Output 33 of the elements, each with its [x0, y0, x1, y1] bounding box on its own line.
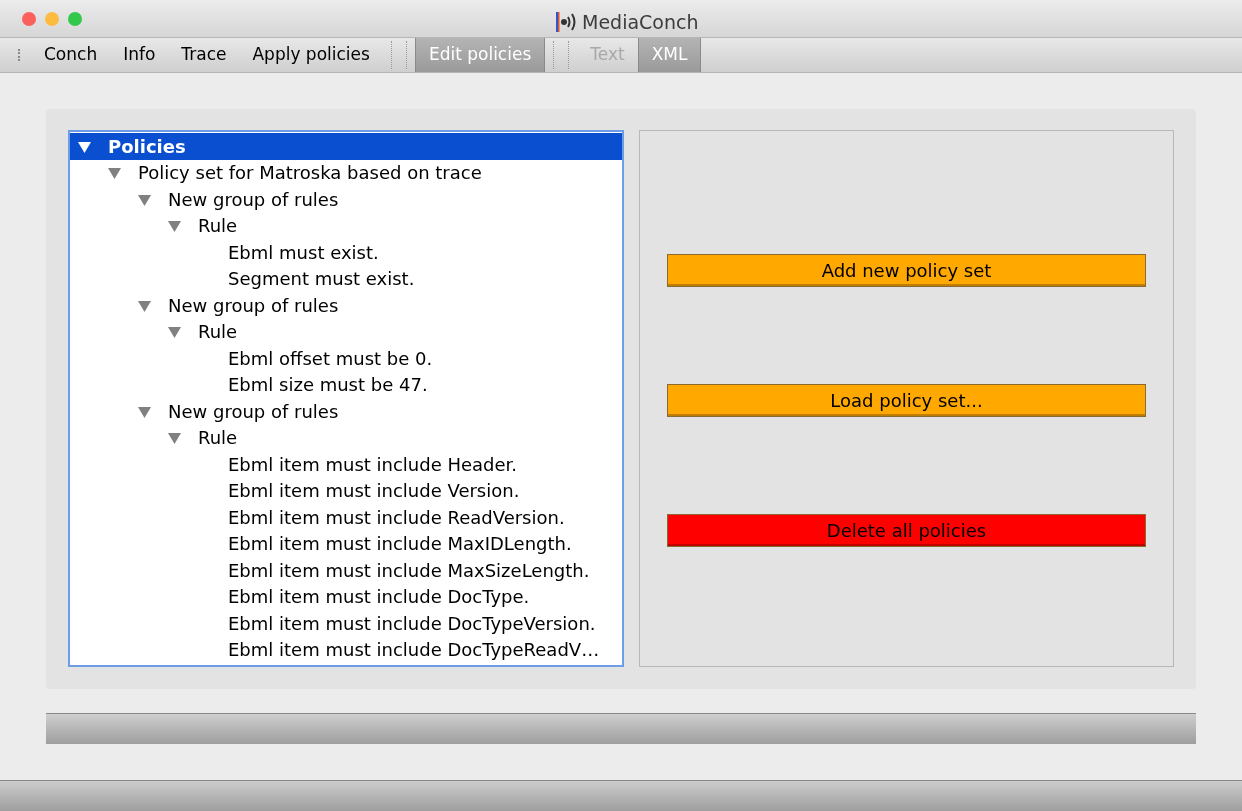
- tree-item[interactable]: Rule: [70, 424, 622, 451]
- tree-item[interactable]: Segment must exist.: [70, 265, 622, 292]
- tree-item[interactable]: Ebml item must include ReadVersion.: [70, 504, 622, 531]
- tree-item[interactable]: Ebml item must include MaxSizeLength.: [70, 557, 622, 584]
- tree-item[interactable]: Ebml item must include Header.: [70, 451, 622, 478]
- toolbar-tab[interactable]: Apply policies: [239, 38, 383, 72]
- tree-item[interactable]: Policy set for Matroska based on trace: [70, 159, 622, 186]
- action-button[interactable]: Load policy set...: [667, 384, 1146, 417]
- tree-item[interactable]: Rule: [70, 212, 622, 239]
- toolbar-tab[interactable]: Trace: [168, 38, 240, 72]
- tree-item[interactable]: Ebml item must include Version.: [70, 477, 622, 504]
- tree-item[interactable]: Ebml offset must be 0.: [70, 345, 622, 372]
- tree-item[interactable]: Rule: [70, 318, 622, 345]
- tree-item[interactable]: New group of rules: [70, 398, 622, 425]
- tree-item[interactable]: Ebml item must include DocTypeVersion.: [70, 610, 622, 637]
- toolbar-separator-icon: [390, 41, 407, 69]
- toolbar-tab[interactable]: Conch: [31, 38, 111, 72]
- tree-item[interactable]: Ebml size must be 47.: [70, 371, 622, 398]
- window-title: MediaConch: [582, 10, 699, 35]
- close-button[interactable]: [22, 11, 36, 26]
- toolbar-grip-icon: [18, 49, 21, 61]
- tree-item[interactable]: New group of rules: [70, 292, 622, 319]
- tree-item[interactable]: Ebml item must include DocType.: [70, 583, 622, 610]
- tree-item[interactable]: Ebml item must include DocTypeReadV…: [70, 636, 622, 663]
- action-button[interactable]: Add new policy set: [667, 254, 1146, 287]
- tree-item[interactable]: New group of rules: [70, 186, 622, 213]
- tree-item[interactable]: Policies: [70, 133, 622, 160]
- toolbar-separator-icon: [553, 41, 570, 69]
- action-button[interactable]: Delete all policies: [667, 514, 1146, 547]
- toolbar-tab[interactable]: Info: [110, 38, 169, 72]
- tree-item[interactable]: Ebml must exist.: [70, 239, 622, 266]
- app-logo-icon: [556, 11, 578, 34]
- tree-item[interactable]: Ebml item must include MaxIDLength.: [70, 530, 622, 557]
